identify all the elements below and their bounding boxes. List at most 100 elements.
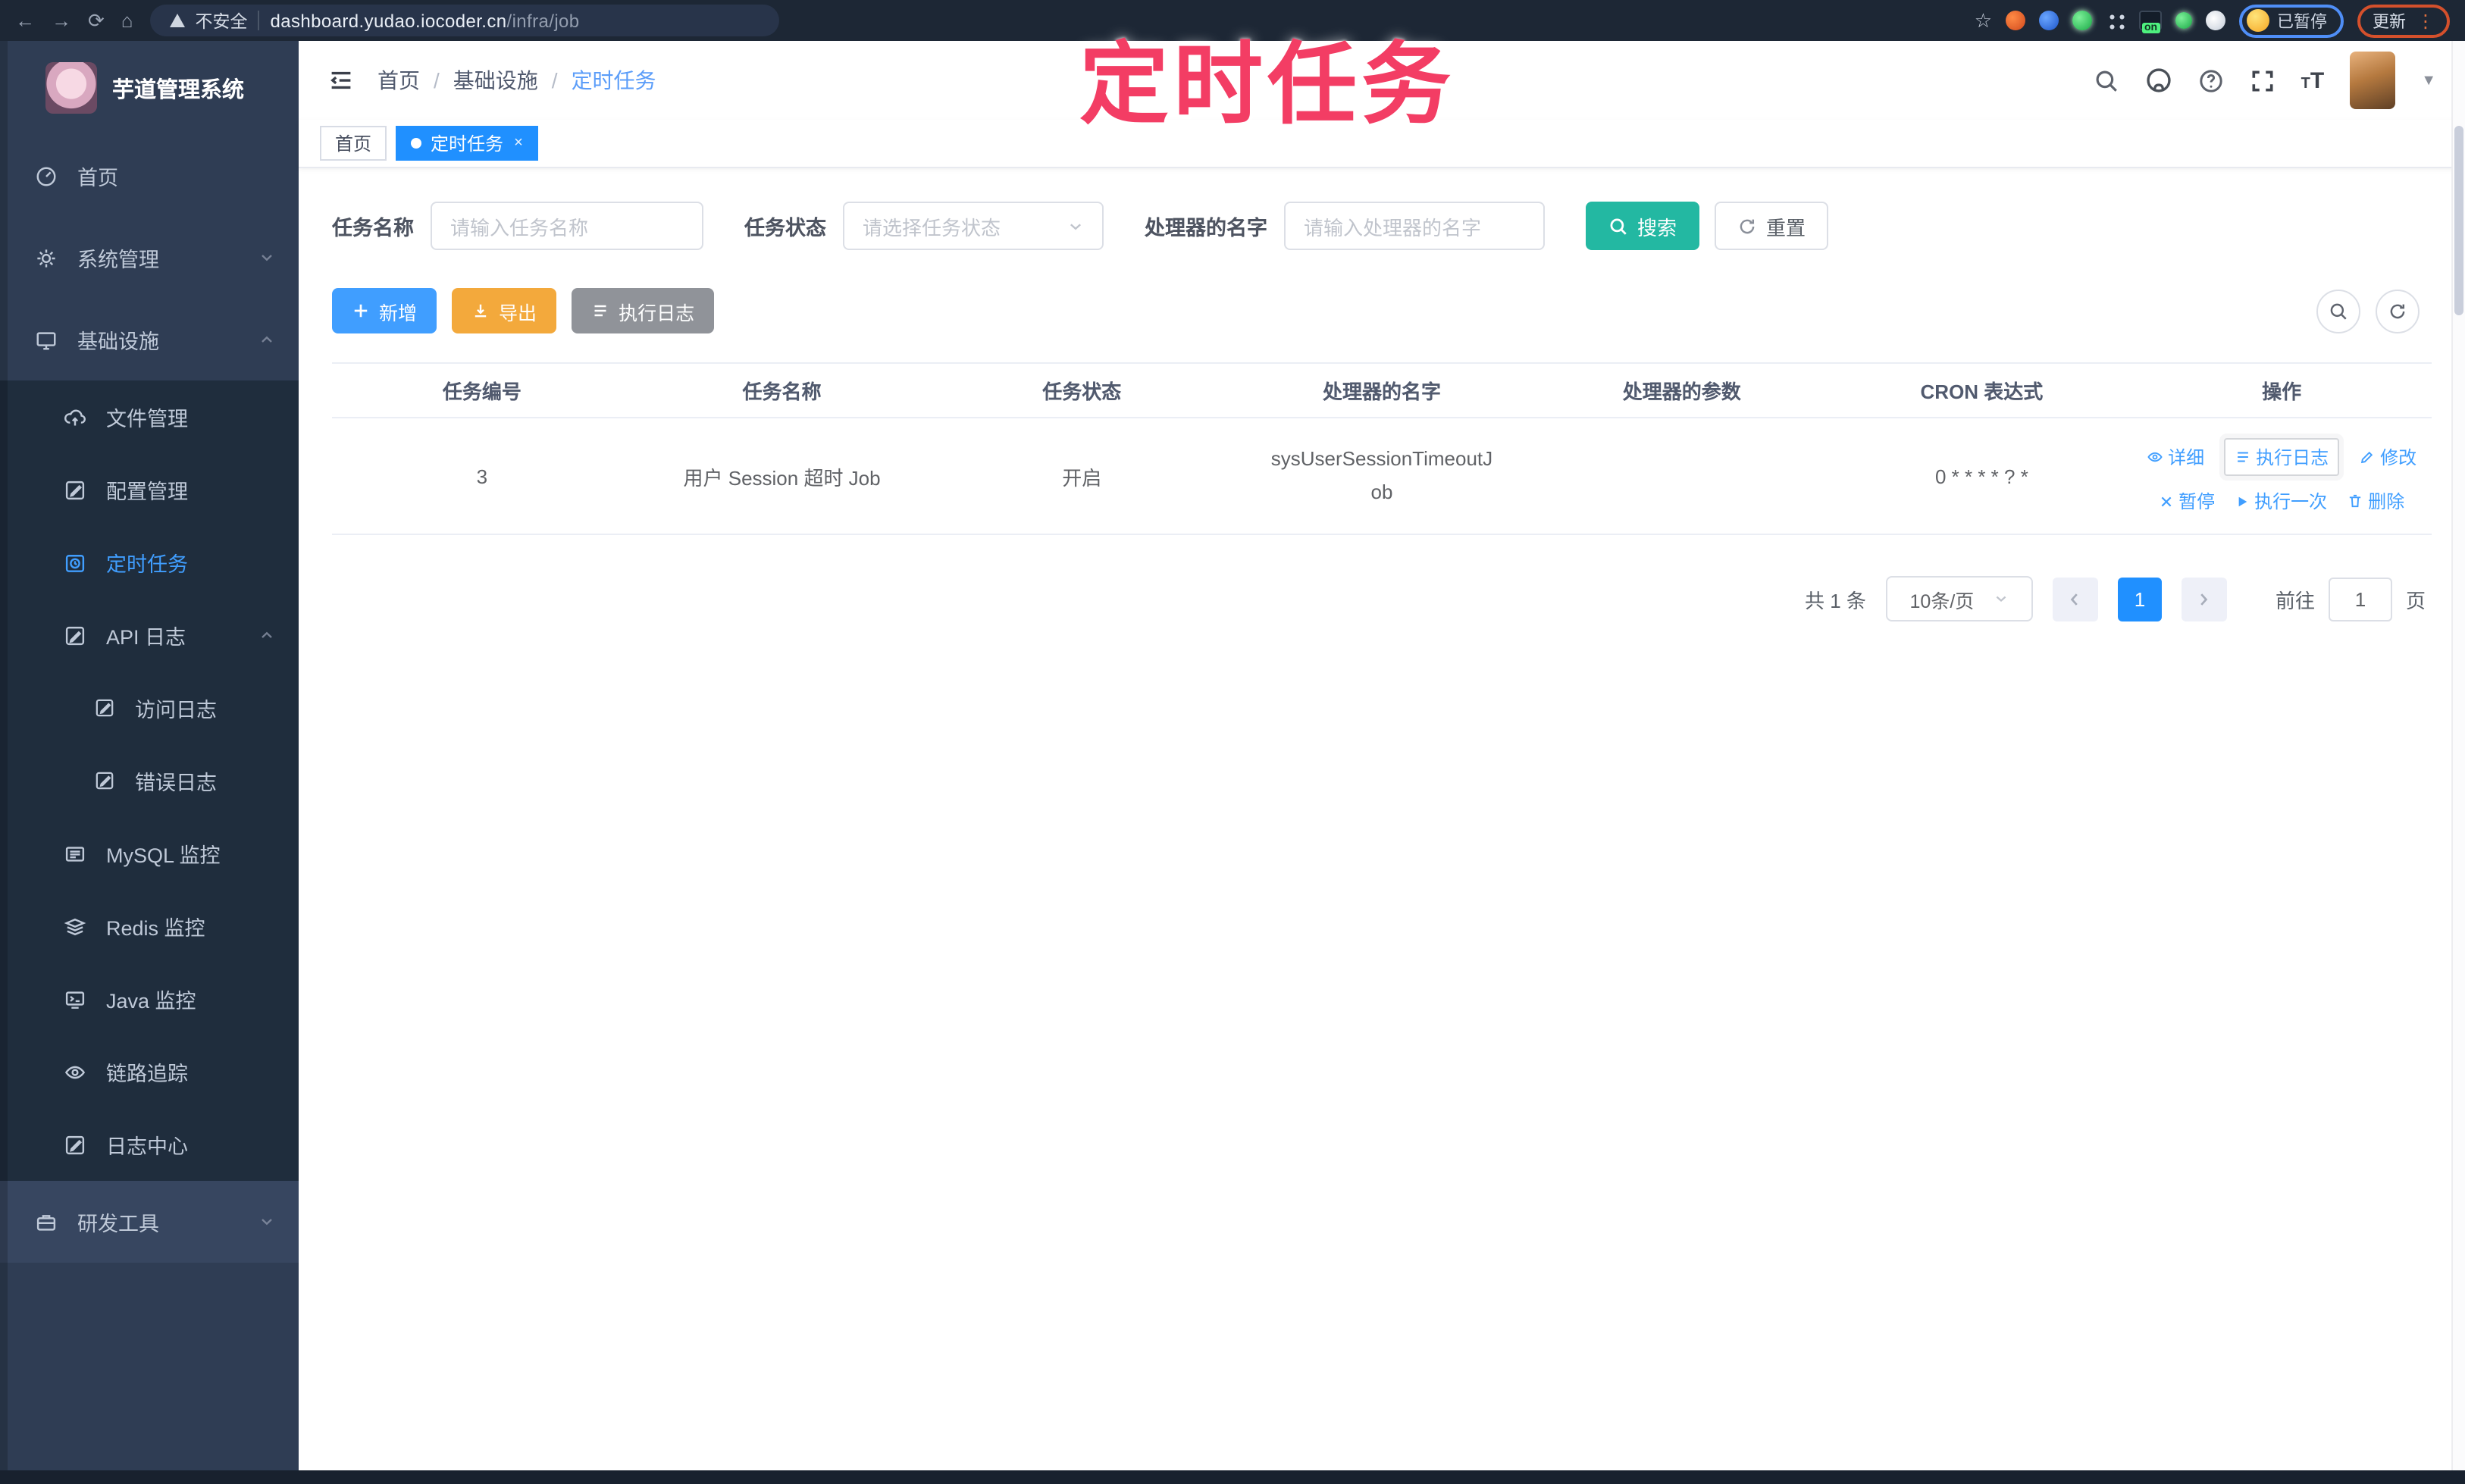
sidebar-item-scheduled-job[interactable]: 定时任务 — [0, 526, 299, 599]
search-button[interactable]: 搜索 — [1586, 202, 1700, 250]
sidebar-item-java-monitor[interactable]: Java 监控 — [0, 963, 299, 1035]
search-icon — [1610, 218, 1627, 234]
fullscreen-icon[interactable] — [2250, 67, 2276, 93]
sidebar-item-label: 文件管理 — [106, 408, 188, 430]
detail-link[interactable]: 详细 — [2147, 444, 2204, 470]
handler-name-text: sysUserSessionTimeoutJob — [1270, 446, 1493, 503]
sidebar-item-home[interactable]: 首页 — [0, 135, 299, 217]
sidebar-item-api-log[interactable]: API 日志 — [0, 599, 299, 672]
browser-reload-icon[interactable]: ⟳ — [88, 11, 105, 30]
search-icon[interactable] — [2094, 67, 2119, 93]
sidebar-item-log-center[interactable]: 日志中心 — [0, 1108, 299, 1181]
extension-orange-icon[interactable] — [2006, 11, 2025, 30]
job-page: 任务名称 请输入任务名称 任务状态 请选择任务状态 处理器的名字 请输入处理器的… — [299, 168, 2465, 1470]
extension-blue-icon[interactable] — [2039, 11, 2059, 30]
sidebar-item-label: 首页 — [77, 167, 118, 189]
reset-button[interactable]: 重置 — [1715, 202, 1829, 250]
pause-link[interactable]: 暂停 — [2159, 488, 2215, 514]
github-icon[interactable] — [2145, 67, 2172, 94]
scrollbar-thumb[interactable] — [2454, 126, 2463, 315]
page-1-button[interactable]: 1 — [2117, 577, 2162, 621]
col-job-status: 任务状态 — [1042, 380, 1122, 403]
chevron-up-icon — [262, 631, 272, 638]
sidebar-item-access-log[interactable]: 访问日志 — [0, 672, 299, 744]
run-log-button[interactable]: 执行日志 — [572, 288, 715, 333]
page-url[interactable]: dashboard.yudao.iocoder.cn/infra/job — [271, 10, 580, 31]
toggle-search-button[interactable] — [2316, 289, 2360, 333]
col-operations: 操作 — [2262, 380, 2302, 403]
browser-home-icon[interactable]: ⌂ — [121, 11, 133, 30]
tag-scheduled-job[interactable]: 定时任务 × — [396, 126, 538, 161]
browser-back-icon[interactable]: ← — [15, 11, 35, 30]
chevron-down-icon — [262, 1219, 272, 1226]
add-button[interactable]: 新增 — [332, 288, 437, 333]
browser-update-chip[interactable]: 更新 ⋮ — [2357, 4, 2450, 37]
sidebar-item-dev-tools[interactable]: 研发工具 — [0, 1181, 299, 1263]
extension-pin-icon[interactable] — [2206, 11, 2225, 30]
job-log-link[interactable]: 执行日志 — [2224, 438, 2340, 476]
sidebar-item-infra[interactable]: 基础设施 — [0, 299, 299, 380]
job-status-select[interactable]: 请选择任务状态 — [843, 202, 1104, 250]
goto-page-input[interactable]: 1 — [2328, 577, 2392, 621]
extension-bug-icon[interactable] — [2175, 12, 2192, 29]
page-size-select[interactable]: 10条/页 — [1885, 576, 2033, 621]
sidebar-item-trace[interactable]: 链路追踪 — [0, 1035, 299, 1108]
sidebar-item-config-manage[interactable]: 配置管理 — [0, 453, 299, 526]
handler-name-input[interactable]: 请输入处理器的名字 — [1284, 202, 1545, 250]
doc-edit-icon — [96, 772, 114, 790]
filter-job-name: 任务名称 请输入任务名称 — [332, 202, 703, 250]
extension-grid-icon[interactable] — [2106, 11, 2125, 30]
profile-avatar-icon — [2247, 9, 2269, 32]
app-window: 芋道管理系统 首页 系统管理 基础设施 文件管理 配置管理 定时任务 API 日… — [0, 41, 2465, 1470]
run-once-link[interactable]: 执行一次 — [2235, 488, 2327, 514]
url-path: /infra/job — [506, 10, 580, 31]
sidebar-item-system[interactable]: 系统管理 — [0, 217, 299, 299]
goto-page: 前往 1 页 — [2276, 577, 2426, 621]
breadcrumb-home[interactable]: 首页 — [377, 65, 420, 95]
app-logo-row[interactable]: 芋道管理系统 — [0, 41, 299, 135]
browser-forward-icon[interactable]: → — [52, 11, 71, 30]
job-name-input[interactable]: 请输入任务名称 — [431, 202, 703, 250]
browser-profile-chip[interactable]: 已暂停 — [2239, 4, 2344, 37]
security-label[interactable]: 不安全 — [196, 8, 248, 33]
toolbox-icon — [36, 1214, 56, 1230]
user-avatar[interactable] — [2350, 52, 2396, 109]
page-scrollbar[interactable] — [2451, 41, 2465, 1470]
database-icon — [65, 846, 85, 861]
address-bar[interactable]: 不安全 dashboard.yudao.iocoder.cn/infra/job — [149, 5, 779, 36]
browser-menu-dots-icon[interactable]: ⋮ — [2416, 10, 2435, 31]
export-button[interactable]: 导出 — [452, 288, 557, 333]
cell-cron: 0 * * * * ? * — [1934, 465, 2028, 487]
edit-square-icon — [65, 480, 85, 499]
breadcrumb-infra[interactable]: 基础设施 — [453, 65, 538, 95]
layers-icon — [64, 917, 86, 935]
delete-link[interactable]: 删除 — [2347, 488, 2404, 514]
chevron-right-icon — [2201, 593, 2209, 605]
sidebar-item-error-log[interactable]: 错误日志 — [0, 744, 299, 817]
prev-page-button[interactable] — [2052, 577, 2098, 621]
next-page-button[interactable] — [2181, 577, 2227, 621]
sidebar-item-file-manage[interactable]: 文件管理 — [0, 380, 299, 453]
breadcrumb-current[interactable]: 定时任务 — [572, 65, 656, 95]
sidebar-item-label: API 日志 — [106, 626, 186, 649]
sidebar-collapse-icon[interactable] — [327, 67, 355, 94]
help-icon[interactable] — [2198, 67, 2224, 93]
tag-close-icon[interactable]: × — [514, 135, 523, 152]
refresh-table-button[interactable] — [2376, 289, 2420, 333]
extension-on-badge[interactable]: on — [2139, 11, 2162, 33]
sidebar-item-mysql-monitor[interactable]: MySQL 监控 — [0, 817, 299, 890]
sidebar-item-redis-monitor[interactable]: Redis 监控 — [0, 890, 299, 963]
header-actions: TT ▼ — [2094, 52, 2436, 109]
avatar-caret-icon[interactable]: ▼ — [2421, 72, 2436, 89]
breadcrumb-separator: / — [551, 68, 558, 92]
tag-home[interactable]: 首页 — [320, 126, 387, 161]
extension-green-icon[interactable] — [2072, 11, 2092, 30]
sidebar-menu: 首页 系统管理 基础设施 文件管理 配置管理 定时任务 API 日志 访问日志 … — [0, 135, 299, 1263]
edit-link[interactable]: 修改 — [2359, 444, 2416, 470]
bookmark-star-icon[interactable]: ☆ — [1975, 8, 1992, 33]
font-size-icon[interactable]: TT — [2301, 69, 2325, 92]
cell-operations: 详细 执行日志 修改 暂停 执行一次 删除 — [2131, 438, 2432, 514]
job-table: 任务编号 任务名称 任务状态 处理器的名字 处理器的参数 CRON 表达式 操作… — [332, 362, 2432, 535]
url-domain: dashboard.yudao.iocoder.cn — [270, 10, 507, 31]
chevron-down-icon — [1070, 223, 1082, 230]
